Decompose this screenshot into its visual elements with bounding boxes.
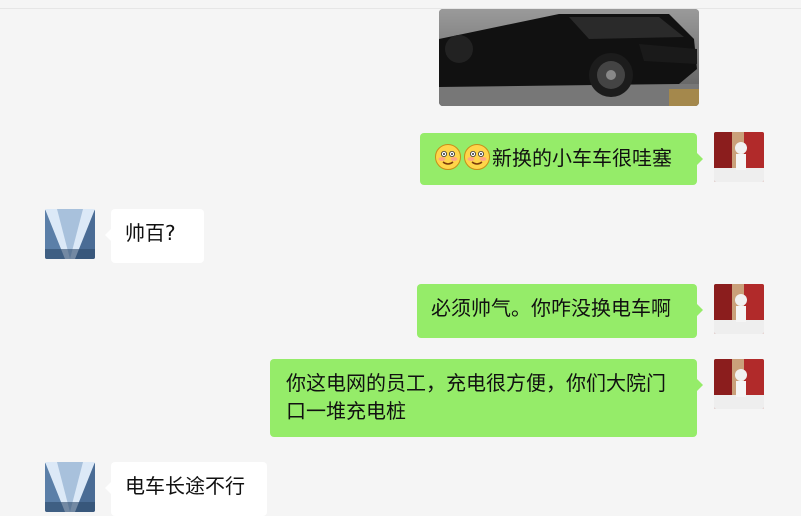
contact-avatar[interactable] [45, 462, 95, 512]
message-text: 必须帅气。你咋没换电车啊 [431, 296, 671, 320]
avatar-image [714, 359, 764, 409]
bubble-tail [697, 379, 703, 391]
avatar-image [714, 132, 764, 182]
blush-smile-icon [434, 143, 462, 171]
message-text: 你这电网的员工，充电很方便，你们大院门口一堆充电桩 [286, 371, 666, 423]
message-bubble[interactable]: 你这电网的员工，充电很方便，你们大院门口一堆充电桩 [270, 359, 703, 437]
contact-avatar[interactable] [45, 209, 95, 259]
bubble-tail [697, 304, 703, 316]
my-avatar[interactable] [714, 132, 764, 182]
avatar-image [45, 209, 95, 259]
blush-smile-icon [463, 143, 491, 171]
message-bubble[interactable]: 帅百? [105, 209, 204, 263]
bubble-tail [105, 482, 111, 494]
car-photo [439, 9, 699, 106]
message-bubble[interactable]: 必须帅气。你咋没换电车啊 [417, 284, 703, 338]
bubble-tail [105, 229, 111, 241]
message-text: 新换的小车车很哇塞 [492, 146, 672, 170]
my-avatar[interactable] [714, 284, 764, 334]
message-bubble[interactable]: 新换的小车车很哇塞 [420, 133, 703, 185]
avatar-image [45, 462, 95, 512]
message-text: 帅百? [125, 221, 176, 245]
my-avatar[interactable] [714, 359, 764, 409]
avatar-image [714, 284, 764, 334]
bubble-tail [697, 153, 703, 165]
message-text: 电车长途不行 [125, 474, 245, 498]
car-photo-message[interactable] [439, 9, 699, 106]
